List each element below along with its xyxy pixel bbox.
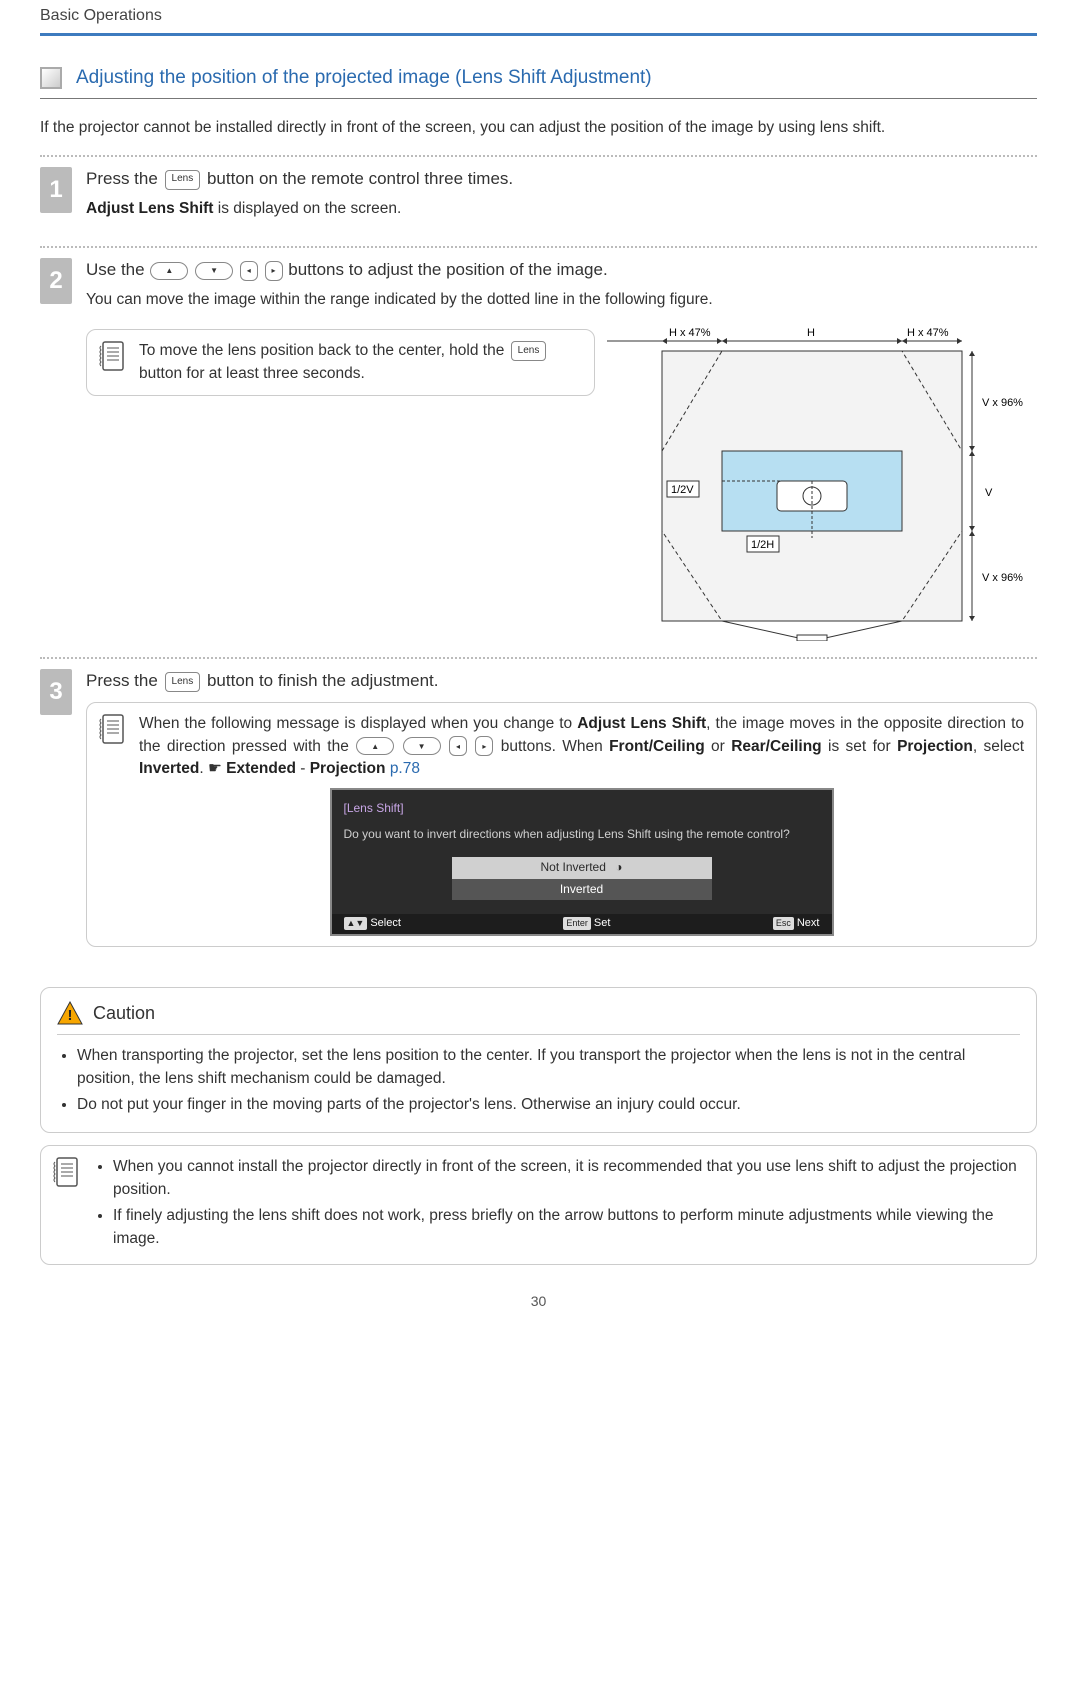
caution-box: ! Caution When transporting the projecto… xyxy=(40,987,1037,1134)
step1-sub-rest: is displayed on the screen. xyxy=(213,200,401,217)
caution-list: When transporting the projector, set the… xyxy=(57,1045,1020,1116)
fig-h: H xyxy=(807,327,815,339)
caution-item-1: When transporting the projector, set the… xyxy=(77,1045,1020,1090)
step-1-title: Press the Lens button on the remote cont… xyxy=(86,167,1037,192)
caution-title-text: Caution xyxy=(93,1000,155,1026)
section-title-row: Adjusting the position of the projected … xyxy=(40,64,1037,99)
lens-button-icon: Lens xyxy=(165,170,201,190)
step-number-2: 2 xyxy=(40,258,72,304)
svg-text:!: ! xyxy=(68,1007,73,1024)
osd-option-inverted[interactable]: Inverted xyxy=(452,879,712,900)
step-3-note: When the following message is displayed … xyxy=(86,702,1037,947)
page-link-78[interactable]: p.78 xyxy=(390,760,420,777)
step-3-note-text: When the following message is displayed … xyxy=(139,713,1024,780)
down-button-icon: ▼ xyxy=(195,262,233,280)
s3-a: When the following message is displayed … xyxy=(139,715,577,732)
s3-b2: Front/Ceiling xyxy=(609,738,705,755)
fig-half-v: 1/2V xyxy=(671,484,694,496)
step-number-3: 3 xyxy=(40,669,72,715)
osd-opt1-label: Not Inverted xyxy=(541,860,606,874)
s3-e: is set for xyxy=(822,738,897,755)
lens-shift-range-figure: H x 47% H H x 47% V x 96% V V x 96% 1/2V xyxy=(607,321,1037,641)
fig-h47-right: H x 47% xyxy=(907,327,949,339)
s3-h: - xyxy=(296,760,310,777)
fig-h47-left: H x 47% xyxy=(669,327,711,339)
s3-b3: Rear/Ceiling xyxy=(731,738,821,755)
s3-d: or xyxy=(705,738,732,755)
s3-b1: Adjust Lens Shift xyxy=(577,715,706,732)
step1-title-a: Press the xyxy=(86,169,163,188)
lens-button-icon: Lens xyxy=(511,341,547,361)
section-checkbox-icon xyxy=(40,67,62,89)
right-button-icon: ▸ xyxy=(265,261,283,281)
note-icon xyxy=(99,340,127,374)
fig-v96-bot: V x 96% xyxy=(982,572,1023,584)
left-button-icon: ◂ xyxy=(240,261,258,281)
adjust-lens-shift-bold: Adjust Lens Shift xyxy=(86,200,213,217)
down-button-icon: ▼ xyxy=(403,737,441,755)
osd-footer: ▲▼Select EnterSet EscNext xyxy=(332,914,832,934)
step2-note-a: To move the lens position back to the ce… xyxy=(139,342,509,359)
s3-b6: Extended xyxy=(226,760,296,777)
osd-foot-set: Set xyxy=(594,917,611,929)
step-1-sub: Adjust Lens Shift is displayed on the sc… xyxy=(86,198,1037,220)
caution-icon: ! xyxy=(57,1001,83,1025)
s3-g: . xyxy=(199,760,208,777)
running-head: Basic Operations xyxy=(40,0,1037,36)
tips-item-1: When you cannot install the projector di… xyxy=(113,1156,1024,1201)
caution-title: ! Caution xyxy=(57,1000,1020,1035)
esc-key-icon: Esc xyxy=(773,917,794,930)
s3-b7: Projection xyxy=(310,760,386,777)
osd-title: [Lens Shift] xyxy=(344,800,820,817)
caution-item-2: Do not put your finger in the moving par… xyxy=(77,1094,1020,1116)
enter-key-icon: Enter xyxy=(563,917,591,930)
osd-foot-select: Select xyxy=(370,917,401,929)
osd-selected-icon: ◑ xyxy=(615,860,622,874)
step-2: 2 Use the ▲ ▼ ◂ ▸ buttons to adjust the … xyxy=(40,248,1037,659)
pointer-icon: ☛ xyxy=(208,758,222,780)
step-1: 1 Press the Lens button on the remote co… xyxy=(40,157,1037,248)
step-3-title: Press the Lens button to finish the adju… xyxy=(86,669,1037,694)
updown-key-icon: ▲▼ xyxy=(344,917,368,930)
page-number: 30 xyxy=(40,1291,1037,1311)
step-2-note-body: To move the lens position back to the ce… xyxy=(139,340,582,385)
step-2-note: To move the lens position back to the ce… xyxy=(86,329,595,396)
section-title: Adjusting the position of the projected … xyxy=(76,64,652,92)
tips-list: When you cannot install the projector di… xyxy=(93,1156,1024,1250)
right-button-icon: ▸ xyxy=(475,736,493,756)
fig-half-h: 1/2H xyxy=(751,539,774,551)
up-button-icon: ▲ xyxy=(356,737,394,755)
s3-b5: Inverted xyxy=(139,760,199,777)
s3-f: , select xyxy=(973,738,1024,755)
osd-foot-next: Next xyxy=(797,917,820,929)
up-button-icon: ▲ xyxy=(150,262,188,280)
tips-item-2: If finely adjusting the lens shift does … xyxy=(113,1205,1024,1250)
osd-option-not-inverted[interactable]: Not Inverted ◑ xyxy=(452,857,712,878)
lens-button-icon: Lens xyxy=(165,672,201,692)
step1-title-b: button on the remote control three times… xyxy=(207,169,513,188)
step3-title-a: Press the xyxy=(86,671,163,690)
osd-question: Do you want to invert directions when ad… xyxy=(344,826,820,843)
fig-v96-top: V x 96% xyxy=(982,397,1023,409)
step2-title-b: buttons to adjust the position of the im… xyxy=(288,260,607,279)
note-icon xyxy=(99,713,127,747)
step-2-title: Use the ▲ ▼ ◂ ▸ buttons to adjust the po… xyxy=(86,258,1037,283)
step-2-sub: You can move the image within the range … xyxy=(86,289,1037,311)
osd-dialog: [Lens Shift] Do you want to invert direc… xyxy=(330,788,834,936)
s3-c: buttons. When xyxy=(501,738,609,755)
s3-b4: Projection xyxy=(897,738,973,755)
fig-v: V xyxy=(985,487,993,499)
intro-text: If the projector cannot be installed dir… xyxy=(40,117,1037,139)
step2-title-a: Use the xyxy=(86,260,149,279)
step-number-1: 1 xyxy=(40,167,72,213)
step2-note-b: button for at least three seconds. xyxy=(139,365,365,382)
note-icon xyxy=(53,1156,81,1190)
tips-box: When you cannot install the projector di… xyxy=(40,1145,1037,1265)
step3-title-b: button to finish the adjustment. xyxy=(207,671,439,690)
left-button-icon: ◂ xyxy=(449,736,467,756)
step-3: 3 Press the Lens button to finish the ad… xyxy=(40,659,1037,971)
